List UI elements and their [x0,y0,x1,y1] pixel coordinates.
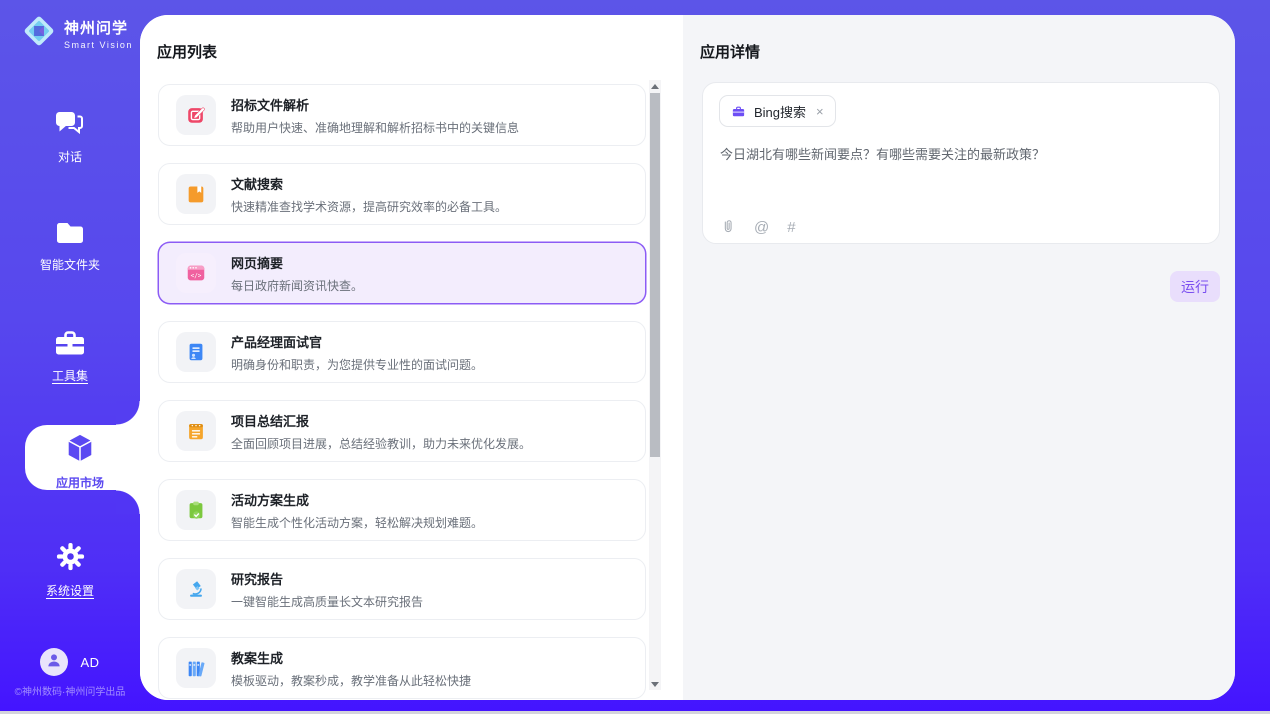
app-card-pm-interviewer[interactable]: 产品经理面试官 明确身份和职责，为您提供专业性的面试问题。 [158,321,646,383]
tool-tag-bing-search[interactable]: Bing搜索 × [719,95,836,127]
sidebar-item-toolset[interactable]: 工具集 [0,328,140,384]
at-icon[interactable]: @ [754,219,769,236]
hash-icon[interactable]: # [787,219,795,236]
prompt-editor-card[interactable]: Bing搜索 × 今日湖北有哪些新闻要点？有哪些需要关注的最新政策？ @ # [702,82,1220,244]
sidebar-item-label: 系统设置 [0,582,140,599]
browser-code-icon: </> [176,253,216,293]
app-card-title: 招标文件解析 [231,95,519,114]
book-icon [176,174,216,214]
query-input-text[interactable]: 今日湖北有哪些新闻要点？有哪些需要关注的最新政策？ [720,145,1200,164]
app-card-desc: 快速精准查找学术资源，提高研究效率的必备工具。 [231,198,507,215]
app-card-desc: 帮助用户快速、准确地理解和解析招标书中的关键信息 [231,119,519,136]
app-card-title: 教案生成 [231,648,471,667]
app-detail-section: 应用详情 Bing搜索 × 今日湖北有哪些新闻要点？有哪些需要关注的最新政策？ [683,15,1235,700]
tool-tag-label: Bing搜索 [754,102,806,121]
app-card-title: 项目总结汇报 [231,411,531,430]
main-panel: 应用列表 招标文件解析 帮助用户快速、准确地理解和解析招标书中的关键信息 [140,15,1235,700]
avatar [40,648,68,676]
app-card-title: 活动方案生成 [231,490,483,509]
user-initials: AD [80,655,99,670]
brand-name: 神州问学 [64,17,133,38]
app-card-title: 研究报告 [231,569,423,588]
sidebar-item-chat[interactable]: 对话 [0,108,140,165]
app-card-desc: 智能生成个性化活动方案，轻松解决规划难题。 [231,514,483,531]
app-card-desc: 一键智能生成高质量长文本研究报告 [231,593,423,610]
user-account[interactable]: AD [0,646,140,678]
diamond-logo-icon [21,13,57,54]
app-card-event-plan[interactable]: 活动方案生成 智能生成个性化活动方案，轻松解决规划难题。 [158,479,646,541]
brand-subtitle: Smart Vision [64,40,133,50]
app-card-desc: 模板驱动，教案秒成，教学准备从此轻松快捷 [231,672,471,689]
sidebar-item-smart-folder[interactable]: 智能文件夹 [0,219,140,273]
person-icon [45,651,63,674]
app-detail-title: 应用详情 [700,41,760,62]
bubble-fillet-bottom [116,490,140,514]
resume-icon [176,332,216,372]
chat-icon [54,125,86,142]
app-list-section: 应用列表 招标文件解析 帮助用户快速、准确地理解和解析招标书中的关键信息 [140,15,683,700]
app-card-web-summary[interactable]: </> 网页摘要 每日政府新闻资讯快查。 [158,242,646,304]
toolbox-icon [53,344,87,361]
brand-logo: 神州问学 Smart Vision [21,13,133,54]
app-card-literature-search[interactable]: 文献搜索 快速精准查找学术资源，提高研究效率的必备工具。 [158,163,646,225]
sidebar-item-label: 应用市场 [10,474,150,491]
books-icon [176,648,216,688]
sidebar-item-label: 对话 [0,148,140,165]
app-card-desc: 每日政府新闻资讯快查。 [231,277,363,294]
sidebar-item-label: 工具集 [0,367,140,384]
gear-icon [55,559,86,576]
scrollbar-thumb[interactable] [650,93,660,457]
app-card-desc: 明确身份和职责，为您提供专业性的面试问题。 [231,356,483,373]
scroll-down-arrow[interactable] [649,678,661,690]
cube-icon [64,451,96,468]
run-button[interactable]: 运行 [1170,271,1220,302]
app-list: 招标文件解析 帮助用户快速、准确地理解和解析招标书中的关键信息 文献搜索 快速精… [158,84,646,700]
app-list-title: 应用列表 [157,41,217,62]
list-scrollbar[interactable] [649,80,661,690]
sidebar-item-settings[interactable]: 系统设置 [0,541,140,599]
app-card-title: 文献搜索 [231,174,507,193]
clipboard-check-icon [176,490,216,530]
app-card-title: 网页摘要 [231,253,363,272]
app-card-research-report[interactable]: 研究报告 一键智能生成高质量长文本研究报告 [158,558,646,620]
sidebar-footer: ©神州数码·神州问学出品 [0,683,140,698]
bubble-fillet-top [116,401,140,425]
pen-document-icon [176,95,216,135]
microscope-icon [176,569,216,609]
tag-close-icon[interactable]: × [816,104,824,119]
paperclip-icon[interactable] [720,218,736,236]
scroll-up-arrow[interactable] [649,80,661,92]
app-card-project-summary[interactable]: 项目总结汇报 全面回顾项目进展，总结经验教训，助力未来优化发展。 [158,400,646,462]
app-window: 神州问学 Smart Vision 对话 智能文件夹 [0,0,1270,714]
sidebar-item-label: 智能文件夹 [0,256,140,273]
app-card-bid-analysis[interactable]: 招标文件解析 帮助用户快速、准确地理解和解析招标书中的关键信息 [158,84,646,146]
code-glyph: </> [191,272,202,279]
folder-icon [54,233,86,250]
sidebar-item-app-market[interactable]: 应用市场 [10,432,150,491]
composer-toolbar: @ # [720,218,796,236]
app-card-lesson-plan[interactable]: 教案生成 模板驱动，教案秒成，教学准备从此轻松快捷 [158,637,646,699]
briefcase-icon [731,104,746,119]
notepad-icon [176,411,216,451]
app-card-desc: 全面回顾项目进展，总结经验教训，助力未来优化发展。 [231,435,531,452]
app-card-title: 产品经理面试官 [231,332,483,351]
